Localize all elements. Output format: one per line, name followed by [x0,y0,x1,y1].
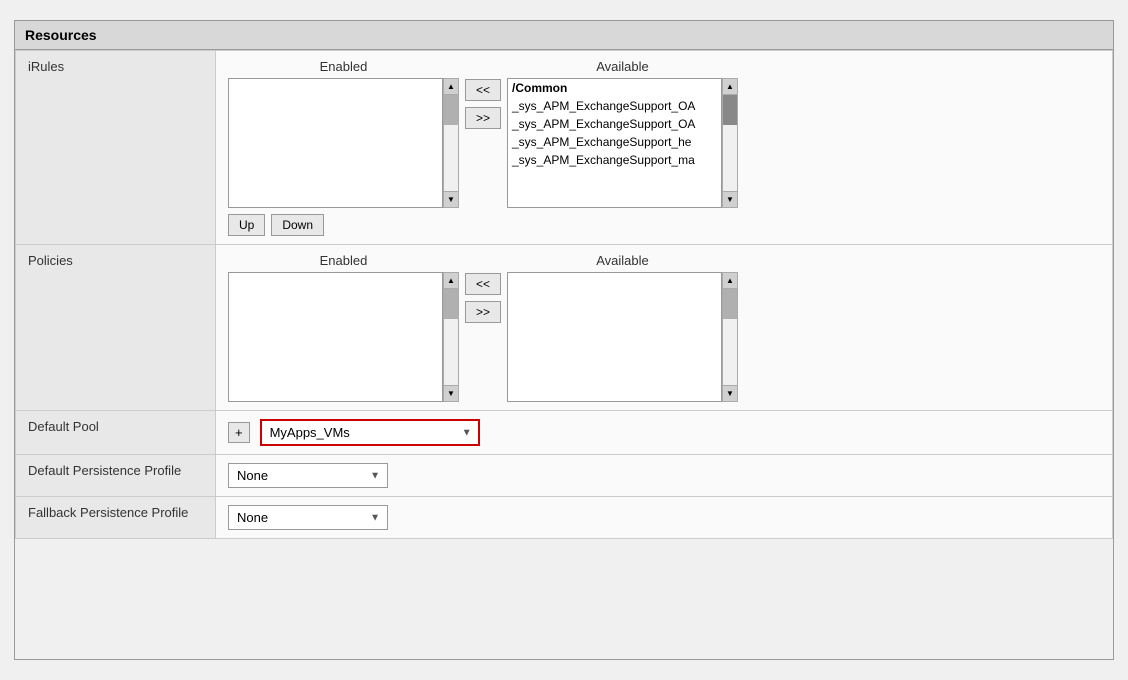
policies-enabled-scroll-down[interactable]: ▼ [444,385,458,401]
irules-available-listbox[interactable]: /Common _sys_APM_ExchangeSupport_OA _sys… [507,78,722,208]
default-persistence-content: None ▼ [216,455,1113,497]
default-pool-row: Default Pool + MyApps_VMs None ▼ [16,411,1113,455]
resources-panel: Resources iRules Enabled ▲ [14,20,1114,660]
irules-transfer-buttons: << >> [465,79,501,129]
irules-available-label: Available [596,59,649,74]
irules-available-scrollbar[interactable]: ▲ ▼ [722,78,738,208]
irules-available-section: Available /Common _sys_APM_ExchangeSuppo… [507,59,738,208]
irules-available-scroll-thumb [723,95,737,125]
fallback-persistence-label: Fallback Persistence Profile [16,497,216,539]
policies-enabled-scroll-track [444,289,458,385]
irules-down-button[interactable]: Down [271,214,324,236]
policies-move-right-button[interactable]: >> [465,301,501,323]
irules-enabled-section: Enabled ▲ ▼ [228,59,459,208]
policies-available-scroll-track [723,289,737,385]
policies-enabled-listbox[interactable] [228,272,443,402]
default-pool-content: + MyApps_VMs None ▼ [216,411,1113,455]
fallback-persistence-content: None ▼ [216,497,1113,539]
irules-available-scroll-down[interactable]: ▼ [723,191,737,207]
irules-available-item-1[interactable]: _sys_APM_ExchangeSupport_OA [508,97,721,115]
irules-move-left-button[interactable]: << [465,79,501,101]
irules-updown-buttons: Up Down [228,214,1100,236]
irules-dual-list: Enabled ▲ ▼ [228,59,1100,208]
default-pool-field-row: + MyApps_VMs None ▼ [228,419,1100,446]
policies-enabled-section: Enabled ▲ ▼ [228,253,459,402]
default-pool-select[interactable]: MyApps_VMs None [260,419,480,446]
policies-available-scroll-down[interactable]: ▼ [723,385,737,401]
default-persistence-select-wrapper: None ▼ [228,463,388,488]
irules-enabled-label: Enabled [320,59,368,74]
irules-available-item-0[interactable]: /Common [508,79,721,97]
default-persistence-select[interactable]: None [228,463,388,488]
irules-up-button[interactable]: Up [228,214,265,236]
default-pool-label: Default Pool [16,411,216,455]
irules-label: iRules [16,51,216,245]
policies-enabled-scrollbar[interactable]: ▲ ▼ [443,272,459,402]
policies-available-listbox-wrapper: ▲ ▼ [507,272,738,402]
policies-row: Policies Enabled ▲ ▼ [16,245,1113,411]
default-pool-plus-button[interactable]: + [228,422,250,443]
irules-move-right-button[interactable]: >> [465,107,501,129]
fallback-persistence-select[interactable]: None [228,505,388,530]
irules-enabled-scroll-thumb [444,95,458,125]
fallback-persistence-select-wrapper: None ▼ [228,505,388,530]
policies-enabled-scroll-up[interactable]: ▲ [444,273,458,289]
policies-dual-list: Enabled ▲ ▼ [228,253,1100,402]
policies-label: Policies [16,245,216,411]
policies-move-left-button[interactable]: << [465,273,501,295]
irules-enabled-scroll-down[interactable]: ▼ [444,191,458,207]
fallback-persistence-row: Fallback Persistence Profile None ▼ [16,497,1113,539]
irules-available-item-4[interactable]: _sys_APM_ExchangeSupport_ma [508,151,721,169]
irules-enabled-scroll-up[interactable]: ▲ [444,79,458,95]
panel-title: Resources [15,21,1113,50]
irules-available-listbox-wrapper: /Common _sys_APM_ExchangeSupport_OA _sys… [507,78,738,208]
irules-available-scroll-up[interactable]: ▲ [723,79,737,95]
policies-content: Enabled ▲ ▼ [216,245,1113,411]
irules-enabled-listbox-wrapper: ▲ ▼ [228,78,459,208]
policies-transfer-buttons: << >> [465,273,501,323]
irules-enabled-scrollbar[interactable]: ▲ ▼ [443,78,459,208]
policies-enabled-label: Enabled [320,253,368,268]
policies-available-label: Available [596,253,649,268]
policies-available-scroll-up[interactable]: ▲ [723,273,737,289]
irules-enabled-listbox[interactable] [228,78,443,208]
policies-available-scrollbar[interactable]: ▲ ▼ [722,272,738,402]
default-pool-select-wrapper: MyApps_VMs None ▼ [260,419,480,446]
irules-available-item-2[interactable]: _sys_APM_ExchangeSupport_OA [508,115,721,133]
policies-enabled-scroll-thumb [444,289,458,319]
irules-available-item-3[interactable]: _sys_APM_ExchangeSupport_he [508,133,721,151]
default-persistence-label: Default Persistence Profile [16,455,216,497]
irules-row: iRules Enabled ▲ [16,51,1113,245]
policies-available-listbox[interactable] [507,272,722,402]
irules-content: Enabled ▲ ▼ [216,51,1113,245]
policies-available-scroll-thumb [723,289,737,319]
policies-enabled-listbox-wrapper: ▲ ▼ [228,272,459,402]
default-persistence-row: Default Persistence Profile None ▼ [16,455,1113,497]
irules-available-scroll-track [723,95,737,191]
policies-available-section: Available ▲ ▼ [507,253,738,402]
irules-enabled-scroll-track [444,95,458,191]
